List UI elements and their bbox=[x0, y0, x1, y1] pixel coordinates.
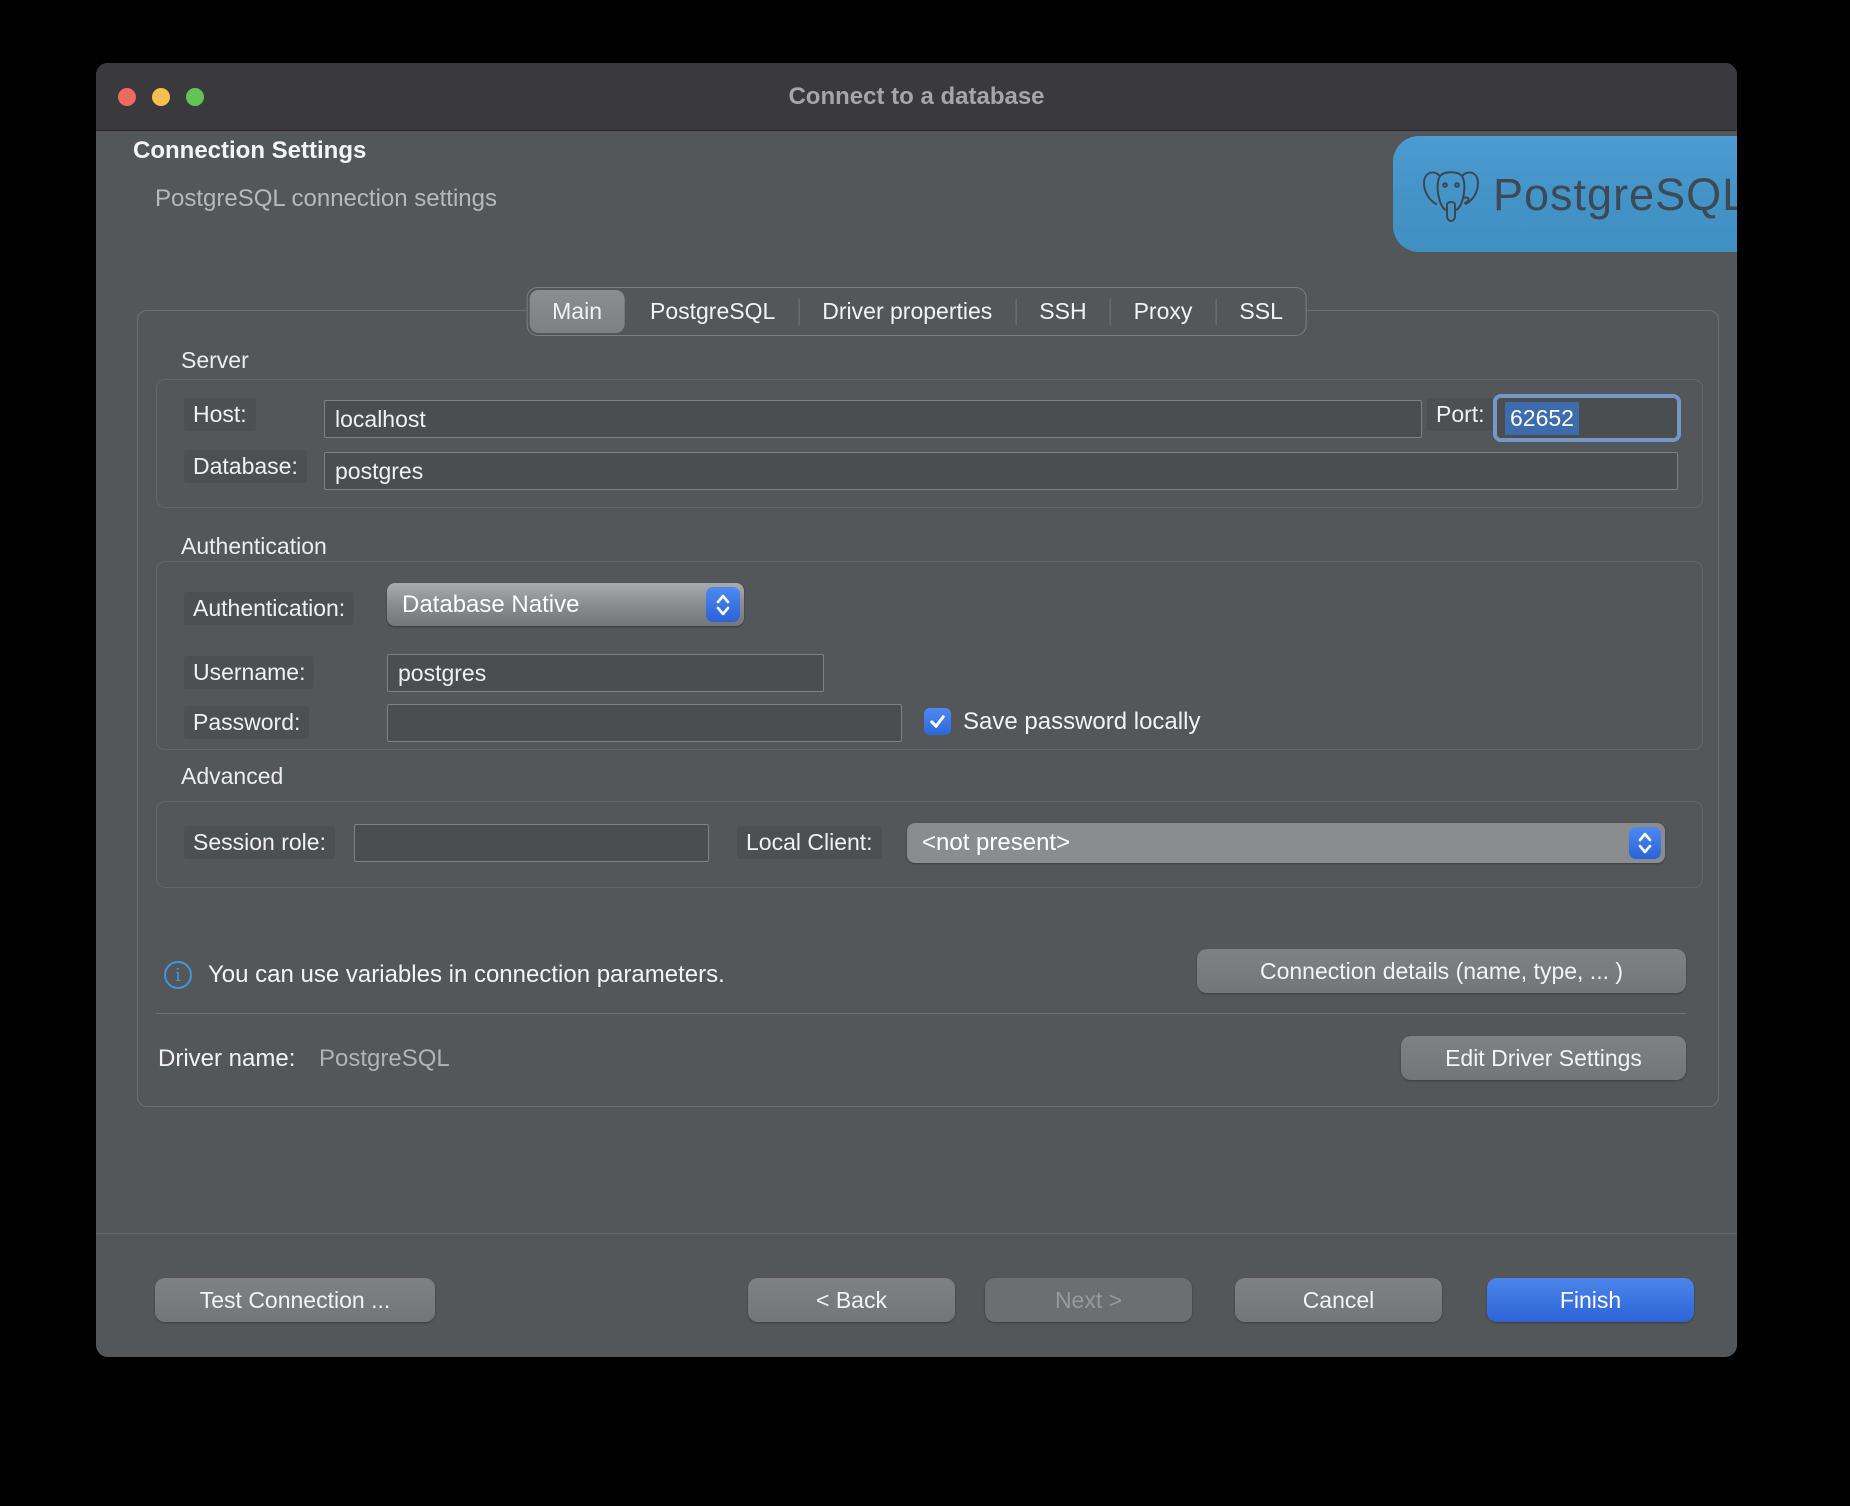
cancel-button[interactable]: Cancel bbox=[1235, 1278, 1442, 1322]
session-role-input[interactable] bbox=[354, 824, 709, 862]
next-button[interactable]: Next > bbox=[985, 1278, 1192, 1322]
port-input[interactable]: 62652 bbox=[1493, 394, 1681, 442]
driver-name-label: Driver name: bbox=[158, 1045, 295, 1073]
authentication-section-label: Authentication bbox=[181, 533, 327, 560]
port-selected-text: 62652 bbox=[1505, 402, 1579, 435]
username-input[interactable] bbox=[387, 654, 824, 692]
username-label: Username: bbox=[184, 656, 314, 689]
finish-button[interactable]: Finish bbox=[1487, 1278, 1694, 1322]
page-subtitle: PostgreSQL connection settings bbox=[155, 185, 497, 213]
database-input[interactable] bbox=[324, 452, 1678, 490]
page-title: Connection Settings bbox=[133, 137, 366, 165]
back-button[interactable]: < Back bbox=[748, 1278, 955, 1322]
postgresql-elephant-icon bbox=[1419, 162, 1483, 226]
server-section-label: Server bbox=[181, 347, 249, 374]
tab-driver-properties[interactable]: Driver properties bbox=[799, 288, 1015, 335]
titlebar: Connect to a database bbox=[96, 63, 1737, 131]
authentication-groupbox: Authentication: Database Native Username… bbox=[156, 561, 1703, 750]
authentication-method-label: Authentication: bbox=[184, 592, 354, 625]
password-input[interactable] bbox=[387, 704, 902, 742]
server-groupbox: Host: Port: 62652 Database: bbox=[156, 379, 1703, 508]
advanced-section-label: Advanced bbox=[181, 763, 283, 790]
main-tab-panel: Server Host: Port: 62652 Database: Authe… bbox=[137, 310, 1719, 1107]
save-password-checkbox[interactable] bbox=[924, 708, 951, 735]
chevron-up-down-icon bbox=[706, 587, 740, 622]
info-icon: i bbox=[164, 961, 192, 989]
info-message: You can use variables in connection para… bbox=[208, 961, 725, 989]
local-client-label: Local Client: bbox=[737, 826, 882, 859]
save-password-label: Save password locally bbox=[963, 708, 1200, 736]
edit-driver-settings-button[interactable]: Edit Driver Settings bbox=[1401, 1036, 1686, 1080]
local-client-select[interactable]: <not present> bbox=[907, 823, 1665, 863]
postgresql-banner: PostgreSQL bbox=[1393, 136, 1737, 252]
tab-main[interactable]: Main bbox=[529, 290, 625, 333]
connection-details-button[interactable]: Connection details (name, type, ... ) bbox=[1197, 949, 1686, 993]
password-label: Password: bbox=[184, 706, 309, 739]
settings-tabbar: Main PostgreSQL Driver properties SSH Pr… bbox=[526, 287, 1307, 336]
authentication-method-value: Database Native bbox=[402, 591, 579, 619]
chevron-up-down-icon bbox=[1629, 827, 1661, 859]
connect-dialog-window: Connect to a database Connection Setting… bbox=[96, 63, 1737, 1357]
local-client-value: <not present> bbox=[922, 829, 1070, 857]
postgresql-logo-text: PostgreSQL bbox=[1493, 136, 1737, 252]
database-label: Database: bbox=[184, 450, 307, 483]
host-input[interactable] bbox=[324, 400, 1422, 438]
tab-ssh[interactable]: SSH bbox=[1016, 288, 1109, 335]
authentication-method-select[interactable]: Database Native bbox=[387, 583, 744, 626]
port-label: Port: bbox=[1427, 398, 1494, 431]
tab-proxy[interactable]: Proxy bbox=[1111, 288, 1216, 335]
window-title: Connect to a database bbox=[96, 63, 1737, 130]
footer-divider bbox=[96, 1233, 1737, 1234]
panel-divider bbox=[156, 1013, 1686, 1014]
advanced-groupbox: Session role: Local Client: <not present… bbox=[156, 801, 1703, 888]
driver-name-value: PostgreSQL bbox=[319, 1045, 450, 1073]
host-label: Host: bbox=[184, 398, 256, 431]
test-connection-button[interactable]: Test Connection ... bbox=[155, 1278, 435, 1322]
session-role-label: Session role: bbox=[184, 826, 335, 859]
tab-ssl[interactable]: SSL bbox=[1216, 288, 1305, 335]
tab-postgresql[interactable]: PostgreSQL bbox=[627, 288, 798, 335]
